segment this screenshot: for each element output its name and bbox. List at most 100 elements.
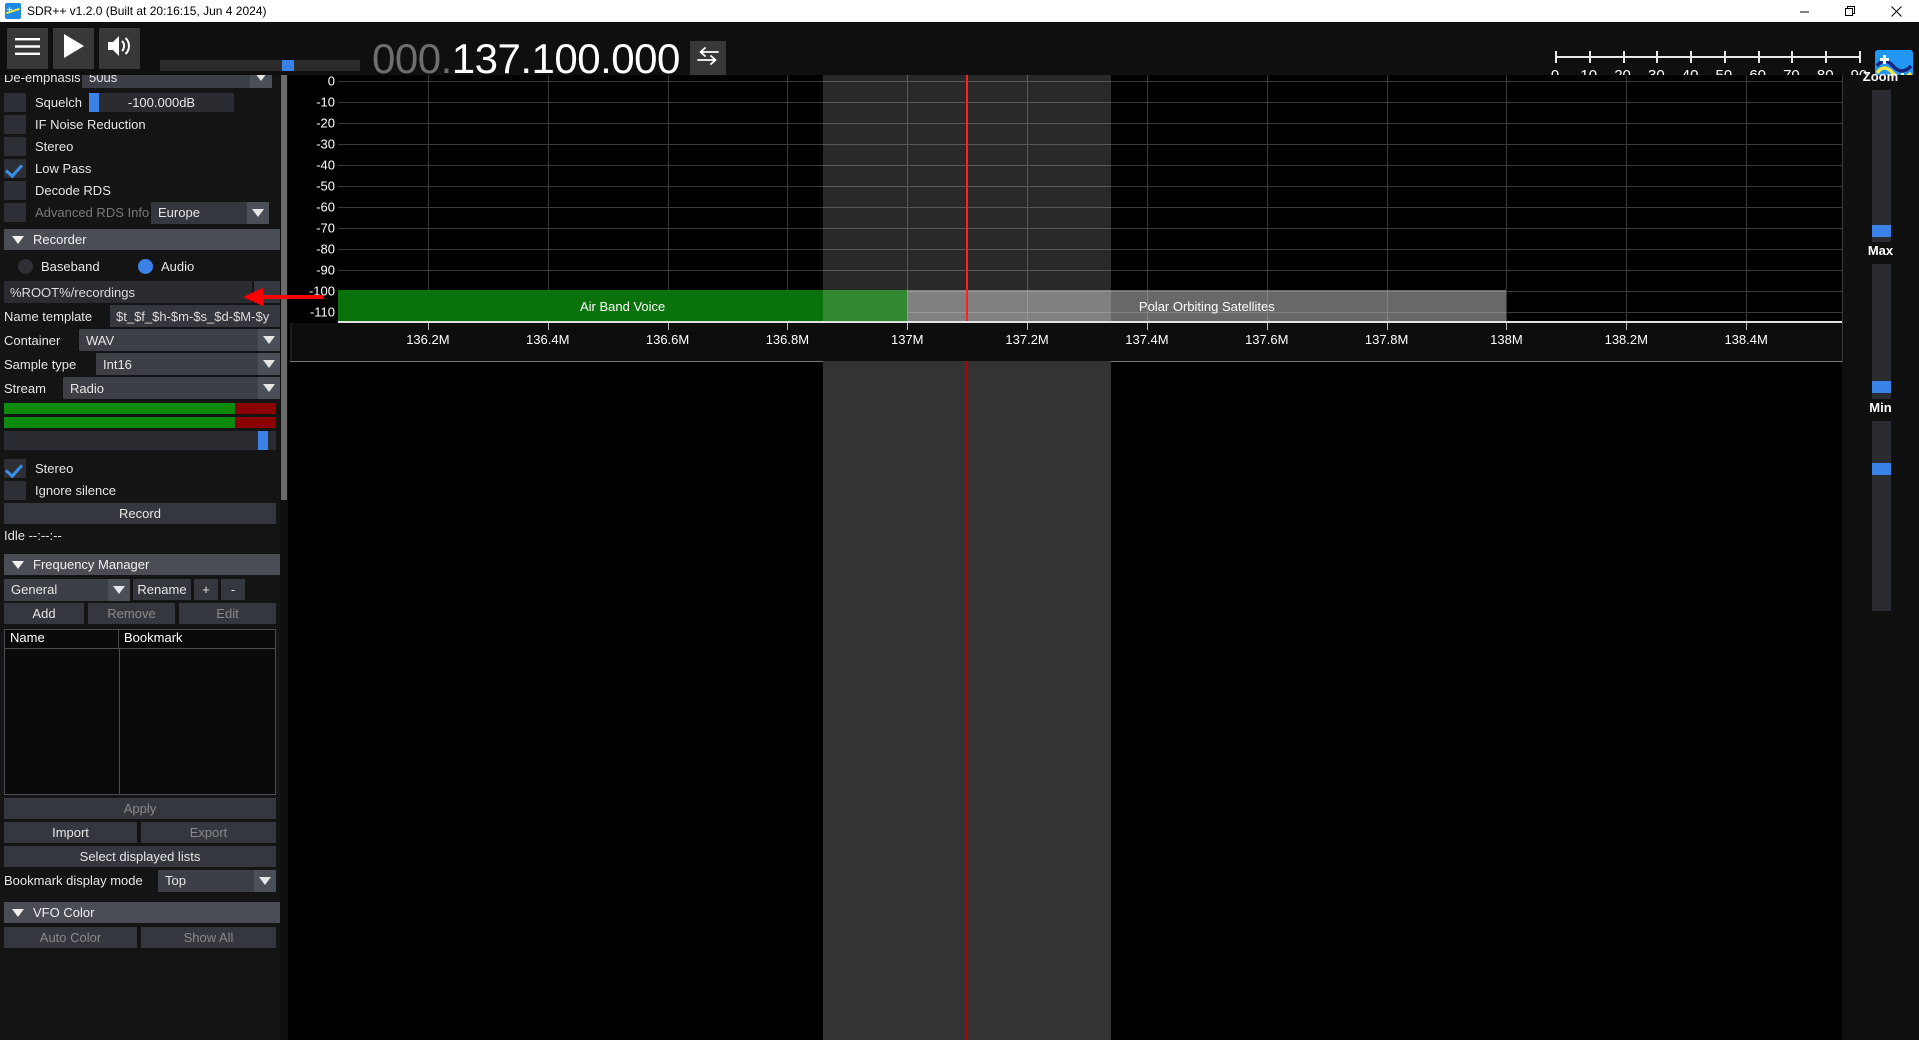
min-slider-knob[interactable] <box>1872 463 1891 475</box>
db-axis-label: -60 <box>316 199 335 215</box>
decode-rds-row[interactable]: Decode RDS <box>4 180 282 200</box>
play-button[interactable] <box>53 28 94 69</box>
swap-frequency-button[interactable] <box>690 41 726 75</box>
deemphasis-row[interactable]: De-emphasis 50us <box>4 75 282 88</box>
add-bookmark-button[interactable]: Add <box>4 603 84 624</box>
recording-path-input[interactable]: %ROOT%/recordings <box>4 281 252 303</box>
volume-button[interactable] <box>99 28 140 69</box>
chevron-down-icon[interactable] <box>254 869 276 892</box>
stream-combo[interactable]: Radio <box>63 377 280 399</box>
freq-axis-label: 136.2M <box>406 332 450 347</box>
add-list-button[interactable]: + <box>194 579 218 600</box>
import-export-row[interactable]: Import Export <box>4 822 282 843</box>
container-row[interactable]: Container WAV <box>4 329 282 351</box>
squelch-row[interactable]: Squelch -100.000dB <box>4 92 282 112</box>
sample-type-row[interactable]: Sample type Int16 <box>4 353 282 375</box>
spectrum-display[interactable]: 0 -10 -20 -30 -40 -50 -60 -70 -80 -90 -100 -110 Air… <box>290 74 1842 323</box>
volume-slider-knob[interactable] <box>282 60 295 71</box>
low-pass-row[interactable]: Low Pass <box>4 158 282 178</box>
frequency-list-combo[interactable]: General <box>4 578 130 601</box>
container-combo[interactable]: WAV <box>79 329 280 351</box>
chevron-down-icon[interactable] <box>258 377 280 399</box>
sample-type-combo[interactable]: Int16 <box>96 353 280 375</box>
chevron-down-icon[interactable] <box>258 329 280 351</box>
ignore-silence-row[interactable]: Ignore silence <box>4 480 282 500</box>
low-pass-checkbox[interactable] <box>4 158 26 178</box>
max-slider[interactable] <box>1872 264 1891 399</box>
hamburger-menu-button[interactable] <box>7 28 48 69</box>
container-label: Container <box>4 332 61 348</box>
minimize-button[interactable] <box>1781 0 1827 22</box>
deemphasis-combo[interactable]: 50us <box>82 75 272 88</box>
vfo-color-buttons-row[interactable]: Auto Color Show All <box>4 927 282 948</box>
recorder-gain-knob[interactable] <box>258 431 269 450</box>
ignore-silence-checkbox[interactable] <box>4 480 26 500</box>
maximize-restore-button[interactable] <box>1827 0 1873 22</box>
volume-slider[interactable] <box>160 60 360 71</box>
min-slider-label: Min <box>1869 400 1892 415</box>
vfo-color-section-header[interactable]: VFO Color <box>4 902 282 923</box>
frequency-manager-section-header[interactable]: Frequency Manager <box>4 554 282 575</box>
recorder-mode-row[interactable]: Baseband Audio <box>4 256 282 276</box>
bookmark-table[interactable]: Name Bookmark <box>4 629 276 795</box>
recorder-gain-slider[interactable] <box>4 431 276 450</box>
close-button[interactable] <box>1873 0 1919 22</box>
bookmark-table-body[interactable] <box>119 649 120 794</box>
waterfall-display[interactable] <box>290 361 1842 1040</box>
baseband-radio[interactable] <box>18 258 33 274</box>
show-all-button[interactable]: Show All <box>141 927 276 948</box>
bookmark-display-mode-combo[interactable]: Top <box>158 869 276 892</box>
squelch-slider[interactable]: -100.000dB <box>89 92 234 112</box>
stream-row[interactable]: Stream Radio <box>4 377 282 399</box>
recorder-stereo-row[interactable]: Stereo <box>4 458 282 478</box>
db-axis-label: -20 <box>316 115 335 131</box>
zoom-slider[interactable] <box>1872 90 1891 242</box>
stereo-demod-checkbox[interactable] <box>4 136 26 156</box>
spectrum-plot[interactable]: Air Band Voice Polar Orbiting Satellites <box>338 75 1842 323</box>
record-button[interactable]: Record <box>4 503 276 524</box>
remove-bookmark-button: Remove <box>88 603 175 624</box>
bookmark-band-air-band-voice[interactable]: Air Band Voice <box>338 290 908 323</box>
recording-path-row[interactable]: %ROOT%/recordings ... <box>4 281 282 303</box>
zoom-slider-knob[interactable] <box>1872 225 1891 237</box>
decode-rds-checkbox[interactable] <box>4 180 26 200</box>
vfo-center-line[interactable] <box>966 75 969 323</box>
recorder-section-header[interactable]: Recorder <box>4 229 282 250</box>
spectrum-waterfall-area[interactable]: 0 -10 -20 -30 -40 -50 -60 -70 -80 -90 -100 -110 Air… <box>290 74 1842 1040</box>
min-slider[interactable] <box>1872 421 1891 611</box>
if-noise-reduction-checkbox[interactable] <box>4 114 26 134</box>
import-button[interactable]: Import <box>4 822 137 843</box>
remove-list-button[interactable]: - <box>221 579 245 600</box>
chevron-down-icon[interactable] <box>108 578 130 601</box>
max-slider-knob[interactable] <box>1872 381 1891 393</box>
auto-color-button[interactable]: Auto Color <box>4 927 137 948</box>
chevron-down-icon[interactable] <box>250 75 272 88</box>
recorder-status: Idle --:--:-- <box>4 528 62 543</box>
select-displayed-lists-button[interactable]: Select displayed lists <box>4 846 276 867</box>
recorder-stereo-checkbox[interactable] <box>4 458 26 478</box>
freq-axis-tick <box>1386 323 1388 330</box>
deemphasis-label: De-emphasis <box>4 75 81 85</box>
name-template-label: Name template <box>4 308 93 324</box>
vfo-color-header-label: VFO Color <box>33 905 95 920</box>
sample-type-label: Sample type <box>4 356 77 372</box>
name-template-row[interactable]: Name template $t_$f_$h-$m-$s_$d-$M-$y <box>4 305 282 327</box>
rename-list-button[interactable]: Rename <box>133 579 191 600</box>
bookmark-actions-row[interactable]: Add Remove Edit <box>4 603 282 624</box>
if-noise-reduction-label: IF Noise Reduction <box>35 116 146 132</box>
bookmark-display-mode-row[interactable]: Bookmark display mode Top <box>4 869 282 892</box>
freq-axis-label: 138.4M <box>1724 332 1768 347</box>
frequency-list-row[interactable]: General Rename + - <box>4 578 282 601</box>
bookmark-display-mode-label: Bookmark display mode <box>4 873 143 888</box>
sidebar-scrollbar[interactable] <box>280 75 288 1040</box>
bookmark-table-col-bookmark: Bookmark <box>124 630 183 645</box>
baseband-label: Baseband <box>41 258 100 274</box>
chevron-down-icon[interactable] <box>258 353 280 375</box>
if-noise-reduction-row[interactable]: IF Noise Reduction <box>4 114 282 134</box>
audio-radio[interactable] <box>138 258 153 274</box>
top-toolbar: 000.137.100.000 0102030405060708090 <box>0 22 1919 88</box>
squelch-checkbox[interactable] <box>4 92 26 112</box>
name-template-input[interactable]: $t_$f_$h-$m-$s_$d-$M-$y <box>110 305 280 327</box>
export-button: Export <box>141 822 276 843</box>
stereo-demod-row[interactable]: Stereo <box>4 136 282 156</box>
